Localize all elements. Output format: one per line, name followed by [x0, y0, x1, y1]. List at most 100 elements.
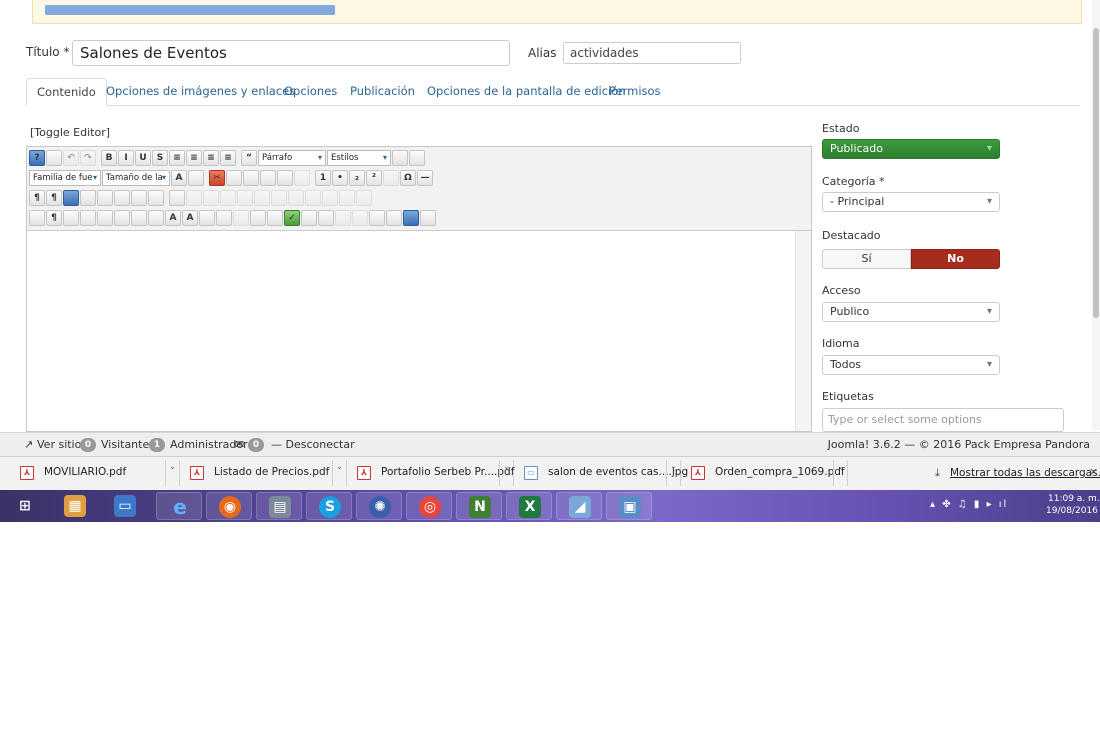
taskbar-app[interactable]: ◢	[556, 492, 602, 520]
chevron-down-icon[interactable]: ˅	[165, 460, 179, 486]
layer-icon[interactable]	[63, 210, 79, 226]
taskbar-app[interactable]: ◉	[206, 492, 252, 520]
clock-time[interactable]: 11:09 a. m.	[1048, 494, 1100, 504]
special-char-icon[interactable]: Ω	[400, 170, 416, 186]
taskbar-app[interactable]: e	[156, 492, 202, 520]
paragraph-mark-icon[interactable]: ¶	[46, 210, 62, 226]
align-center-icon[interactable]: ≡	[186, 150, 202, 166]
abbr-icon[interactable]	[131, 210, 147, 226]
acceso-select[interactable]: Publico	[822, 302, 1000, 322]
article-icon[interactable]	[369, 210, 385, 226]
download-item[interactable]: ⅄ Orden_compra_1069.pdf ˅	[681, 460, 848, 486]
preview-icon[interactable]	[80, 190, 96, 206]
find-icon[interactable]	[131, 190, 147, 206]
paste-text-icon[interactable]	[260, 170, 276, 186]
redo-icon[interactable]: ↷	[80, 150, 96, 166]
styles-select[interactable]: Estilos	[327, 150, 391, 166]
logout-link[interactable]: — Desconectar	[271, 438, 355, 451]
paste-word-icon[interactable]	[277, 170, 293, 186]
insert-row-before-icon[interactable]	[237, 190, 253, 206]
superscript-icon[interactable]: ²	[366, 170, 382, 186]
replace-icon[interactable]	[148, 190, 164, 206]
bullet-list-icon[interactable]: •	[332, 170, 348, 186]
start-button[interactable]: ⊞	[8, 492, 42, 520]
envelope-icon[interactable]: ✉	[235, 438, 244, 451]
taskbar-app[interactable]: ▣	[606, 492, 652, 520]
module-icon[interactable]	[420, 210, 436, 226]
insert-col-before-icon[interactable]	[288, 190, 304, 206]
delete-row-icon[interactable]	[271, 190, 287, 206]
messages-badge[interactable]: 0	[248, 438, 264, 452]
italic-icon[interactable]: I	[118, 150, 134, 166]
tab-opciones[interactable]: Opciones	[274, 78, 347, 106]
subscript-icon[interactable]: ₂	[349, 170, 365, 186]
download-item[interactable]: ⅄ Portafolio Serbeb Pr....pdf ˅	[347, 460, 514, 486]
view-site-link[interactable]: Ver sitio	[37, 438, 81, 451]
scrollbar-thumb[interactable]	[1093, 28, 1099, 318]
highlight-icon[interactable]	[188, 170, 204, 186]
chevron-down-icon[interactable]: ˅	[499, 460, 513, 486]
system-tray-icons[interactable]: ▴ ✤ ♫ ▮ ▸ ıl	[930, 499, 1008, 510]
taskbar-app[interactable]: N	[456, 492, 502, 520]
taskbar-app[interactable]: S	[306, 492, 352, 520]
chevron-down-icon[interactable]: ˅	[666, 460, 680, 486]
delete-text-icon[interactable]: A	[165, 210, 181, 226]
delete-table-icon[interactable]	[186, 190, 202, 206]
etiquetas-input[interactable]: Type or select some options	[822, 408, 1064, 432]
page-scrollbar[interactable]	[1092, 0, 1100, 430]
font-family-select[interactable]: Familia de fue	[29, 170, 101, 186]
insert-text-icon[interactable]: A	[182, 210, 198, 226]
horizontal-rule-icon[interactable]: —	[417, 170, 433, 186]
font-style-icon[interactable]	[97, 210, 113, 226]
taskbar-app[interactable]: X	[506, 492, 552, 520]
taskbar-app[interactable]: ▦	[52, 492, 94, 520]
align-left-icon[interactable]: ≡	[169, 150, 185, 166]
close-icon[interactable]: ×	[1089, 465, 1098, 478]
undo-icon[interactable]: ↶	[63, 150, 79, 166]
destacado-no-button[interactable]: No	[911, 249, 1000, 269]
taskbar-app[interactable]: ▭	[102, 492, 146, 520]
link-icon[interactable]	[250, 210, 266, 226]
insert-image-icon[interactable]	[386, 210, 402, 226]
align-right-icon[interactable]: ≡	[203, 150, 219, 166]
download-item[interactable]: ⅄ Listado de Precios.pdf ˅	[180, 460, 347, 486]
eraser-icon[interactable]	[392, 150, 408, 166]
merge-cells-icon[interactable]	[356, 190, 372, 206]
tab-publicacion[interactable]: Publicación	[340, 78, 425, 106]
cleanup-icon[interactable]	[409, 150, 425, 166]
cite-icon[interactable]	[114, 210, 130, 226]
media-icon[interactable]	[301, 210, 317, 226]
blockquote-icon[interactable]: “	[241, 150, 257, 166]
text-color-icon[interactable]: A	[171, 170, 187, 186]
attributes-icon[interactable]	[199, 210, 215, 226]
alias-input[interactable]: actividades	[563, 42, 741, 64]
format-select[interactable]: Párrafo	[258, 150, 326, 166]
insert-col-after-icon[interactable]	[305, 190, 321, 206]
acronym-icon[interactable]	[148, 210, 164, 226]
ltr-icon[interactable]: ¶	[29, 190, 45, 206]
iframe-icon[interactable]	[318, 210, 334, 226]
chevron-down-icon[interactable]: ˅	[833, 460, 847, 486]
unlink-icon[interactable]	[233, 210, 249, 226]
cut-icon[interactable]: ✂	[209, 170, 225, 186]
rtl-icon[interactable]: ¶	[46, 190, 62, 206]
toggle-editor-link[interactable]: [Toggle Editor]	[30, 126, 110, 139]
underline-icon[interactable]: U	[135, 150, 151, 166]
new-document-icon[interactable]	[46, 150, 62, 166]
spellcheck-icon[interactable]: ✓	[284, 210, 300, 226]
destacado-yes-button[interactable]: Sí	[822, 249, 911, 269]
copy-icon[interactable]	[226, 170, 242, 186]
align-justify-icon[interactable]: ≡	[220, 150, 236, 166]
paste-icon[interactable]	[243, 170, 259, 186]
print-icon[interactable]	[114, 190, 130, 206]
editor-scrollbar[interactable]	[795, 231, 811, 431]
strikethrough-icon[interactable]: S	[152, 150, 168, 166]
show-all-downloads-link[interactable]: Mostrar todas las descargas...	[950, 467, 1100, 479]
select-all-icon[interactable]	[294, 170, 310, 186]
anchor-icon[interactable]	[216, 210, 232, 226]
style-props-icon[interactable]	[80, 210, 96, 226]
download-item[interactable]: ⅄ MOVILIARIO.pdf ˅	[10, 460, 180, 486]
help-icon[interactable]: ?	[29, 150, 45, 166]
pagebreak-icon[interactable]	[352, 210, 368, 226]
fullscreen-icon[interactable]	[63, 190, 79, 206]
